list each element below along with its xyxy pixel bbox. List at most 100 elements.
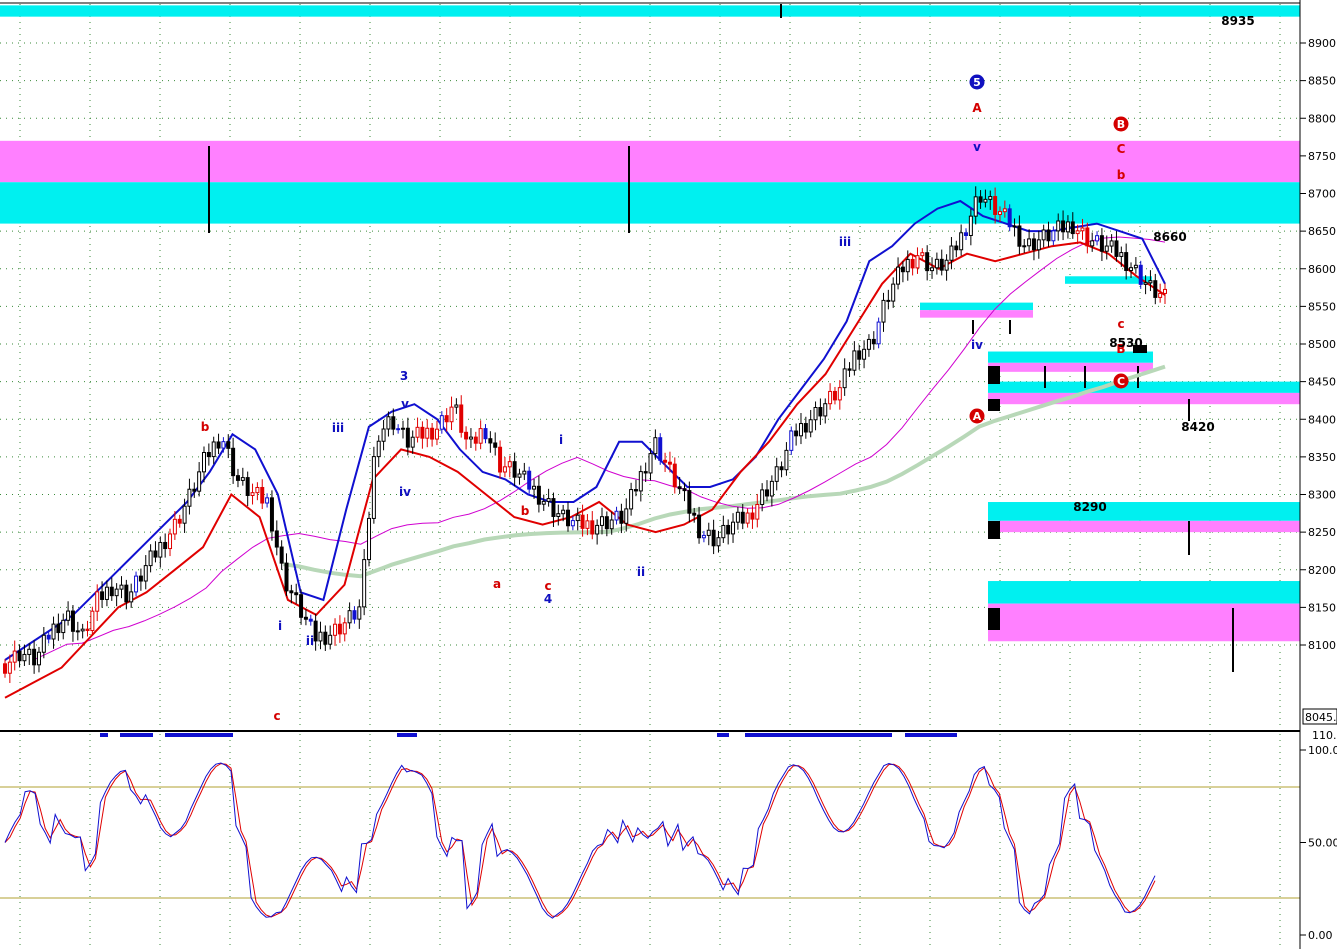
candle-body [104,586,109,600]
candle-body [1065,221,1070,233]
candle-body [803,423,808,433]
candle-body [1099,235,1104,252]
candle-body [172,518,177,535]
candle-body [1095,235,1100,242]
candle-body [954,245,959,251]
candle-body [512,461,517,478]
candle-body [245,477,250,496]
candle-body [1007,208,1012,228]
candle-body [706,529,711,536]
candle-body [498,446,503,473]
candle-body [1027,238,1032,247]
wave-label: i [559,433,563,447]
candle-body [944,259,949,271]
candle-body [978,196,983,203]
candle-body [405,427,410,448]
price-zone [0,5,1300,17]
candle-body [473,436,478,444]
candle-body [22,653,27,662]
wave-label: c [544,579,551,593]
candle-body [216,441,221,449]
candle-body [648,453,653,474]
candle-body [580,514,585,529]
candle-body [1002,208,1007,213]
candle-body [1138,264,1143,285]
candle-body [1051,230,1056,242]
candle-body [1061,220,1066,233]
candle-body [988,196,993,200]
candle-body [129,591,134,603]
candle-body [36,651,41,666]
signal-strip [717,733,729,737]
candle-body [871,338,876,345]
candle-body [177,518,182,524]
wave-label: a [493,577,501,591]
candle-body [930,267,935,272]
wave-label: 3 [400,369,408,383]
candle-body [415,426,420,438]
candle-body [391,416,396,430]
candle-body [857,350,862,360]
price-tick-label: 8100 [1308,639,1336,652]
price-label: 8420 [1181,420,1214,434]
candle-body [483,428,488,440]
candle-body [726,524,731,535]
candle-body [789,430,794,451]
candle-body [269,497,274,532]
candle-body [750,512,755,520]
candle-body [687,490,692,514]
candle-body [80,628,85,632]
candle-body [828,390,833,405]
candle-body [158,541,163,558]
price-zone [988,392,1300,405]
candle-body [939,258,944,271]
candle-body [964,232,969,236]
wave-label: c [1117,317,1124,331]
candle-body [769,480,774,497]
price-tick-label: 8200 [1308,564,1336,577]
candle-body [745,512,750,524]
candle-body [677,486,682,490]
candle-body [41,634,46,653]
candle-body [114,588,119,597]
candle-body [1041,229,1046,241]
wave-label: ii [306,634,314,648]
price-tick-label: 8450 [1308,376,1336,389]
candle-body [997,211,1002,215]
candle-body [900,266,905,273]
candle-body [551,498,556,517]
price-label: 8530 [1109,336,1142,350]
candle-body [32,648,37,666]
candle-body [968,215,973,236]
candle-body [124,584,129,603]
candle-body [337,623,342,635]
candle-body [1143,282,1148,285]
wave-label: iii [839,235,851,249]
price-zone [988,502,1300,521]
candle-body [119,584,124,590]
wave-label: ii [637,565,645,579]
candle-body [808,419,813,433]
circle-marker-label: B [1117,118,1125,131]
candle-body [163,541,168,550]
candle-body [12,650,17,663]
candle-body [891,283,896,302]
candle-body [386,416,391,430]
candle-body [323,631,328,645]
wave-label: iv [399,485,411,499]
candle-body [915,255,920,269]
candle-body [837,387,842,401]
candle-body [1022,245,1027,248]
candle-body [333,623,338,636]
candle-body [755,504,760,520]
candle-body [1124,252,1129,271]
candle-body [507,461,512,468]
candle-body [400,427,405,430]
osc-tick-label: 100.0 [1308,744,1337,757]
candle-body [430,427,435,440]
candle-body [590,520,595,535]
price-zone [988,381,1300,393]
candle-body [774,466,779,482]
candle-body [672,463,677,488]
candle-body [1104,245,1109,252]
